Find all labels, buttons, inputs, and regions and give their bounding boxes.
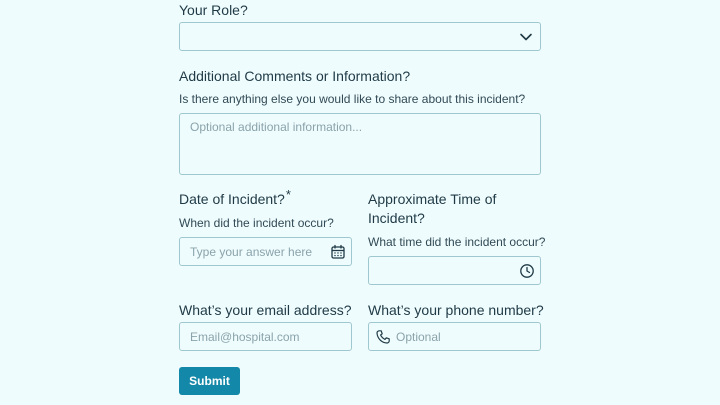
phone-input[interactable]	[369, 323, 540, 350]
comments-label: Additional Comments or Information?	[179, 68, 411, 84]
clock-icon[interactable]	[519, 263, 535, 279]
email-input[interactable]	[180, 323, 351, 350]
email-label: What’s your email address?	[179, 302, 352, 318]
comments-textarea-wrapper[interactable]	[179, 113, 541, 175]
date-label: Date of Incident?*	[179, 187, 291, 209]
role-select[interactable]	[179, 22, 541, 51]
phone-icon	[376, 330, 390, 344]
date-field[interactable]	[179, 237, 352, 266]
email-field[interactable]	[179, 322, 352, 351]
chevron-down-icon	[520, 33, 532, 41]
time-label: Approximate Time of Incident?	[368, 191, 497, 226]
date-help: When did the incident occur?	[179, 216, 334, 230]
time-help: What time did the incident occur?	[368, 235, 546, 249]
submit-button[interactable]: Submit	[179, 367, 240, 395]
phone-field[interactable]	[368, 322, 541, 351]
date-label-text: Date of Incident?	[179, 191, 285, 207]
phone-label: What’s your phone number?	[368, 302, 544, 318]
required-asterisk: *	[285, 187, 291, 202]
comments-help: Is there anything else you would like to…	[179, 92, 526, 106]
role-label: Your Role?	[179, 2, 248, 18]
calendar-icon[interactable]	[330, 244, 346, 260]
date-input[interactable]	[180, 238, 351, 265]
comments-textarea[interactable]	[180, 114, 540, 174]
time-field[interactable]	[368, 256, 541, 285]
